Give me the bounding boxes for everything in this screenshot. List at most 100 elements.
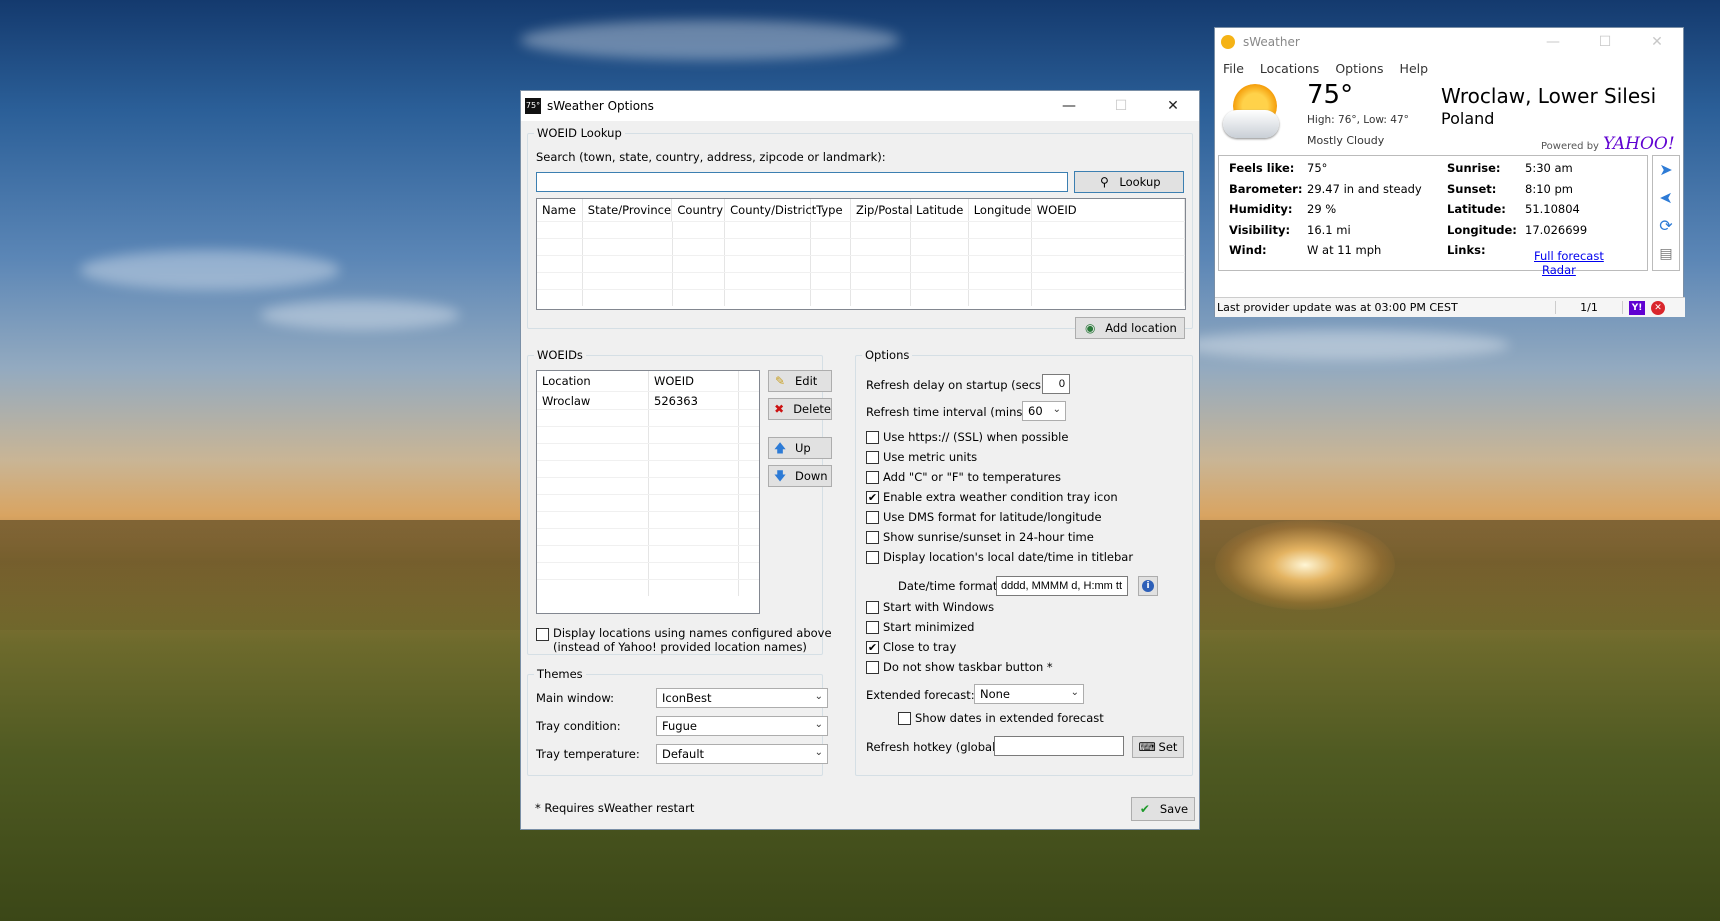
checkbox-box[interactable] bbox=[898, 711, 911, 725]
pencil-icon: ✎ bbox=[774, 374, 786, 388]
column-header[interactable]: Latitude bbox=[911, 199, 969, 221]
hotkey-input[interactable] bbox=[994, 736, 1124, 756]
extended-forecast-select[interactable]: None ⌄ bbox=[974, 684, 1084, 704]
column-header[interactable]: Zip/Postal bbox=[851, 199, 913, 221]
previous-arrow-icon[interactable]: ➤ bbox=[1653, 184, 1679, 212]
tray-temperature-select[interactable]: Default ⌄ bbox=[656, 744, 828, 764]
error-status-icon[interactable]: ✕ bbox=[1651, 300, 1665, 315]
menu-options[interactable]: Options bbox=[1327, 61, 1391, 76]
next-arrow-icon[interactable]: ➤ bbox=[1653, 156, 1679, 184]
full-forecast-link[interactable]: Full forecast bbox=[1534, 249, 1604, 263]
option-checkbox[interactable]: Show sunrise/sunset in 24-hour time bbox=[866, 530, 1094, 544]
checkbox-label: Use https:// (SSL) when possible bbox=[883, 430, 1069, 444]
location-name: Wroclaw, Lower Silesi bbox=[1441, 84, 1657, 108]
column-header[interactable]: Name bbox=[537, 199, 583, 221]
option-checkbox[interactable]: Use DMS format for latitude/longitude bbox=[866, 510, 1102, 524]
column-header[interactable]: Type bbox=[811, 199, 851, 221]
yahoo-status-icon[interactable]: Y! bbox=[1629, 300, 1645, 315]
table-header: Location WOEID bbox=[537, 371, 759, 391]
option-checkbox[interactable]: Display location's local date/time in ti… bbox=[866, 550, 1133, 564]
delete-button[interactable]: ✖ Delete bbox=[768, 398, 832, 420]
refresh-delay-input[interactable] bbox=[1042, 374, 1070, 394]
extended-forecast-label: Extended forecast: bbox=[866, 688, 975, 702]
main-window-select[interactable]: IconBest ⌄ bbox=[656, 688, 828, 708]
checkbox-box[interactable] bbox=[866, 660, 879, 674]
refresh-icon[interactable]: ⟳ bbox=[1653, 212, 1679, 240]
table-row bbox=[537, 426, 759, 443]
column-header[interactable]: WOEID bbox=[1032, 199, 1185, 221]
checkbox-label: Do not show taskbar button * bbox=[883, 660, 1053, 674]
column-header[interactable]: Country bbox=[672, 199, 726, 221]
add-location-label: Add location bbox=[1105, 321, 1177, 335]
detail-value: 75° bbox=[1307, 161, 1328, 175]
checkbox-box[interactable] bbox=[866, 530, 879, 544]
close-icon[interactable]: ✕ bbox=[1631, 28, 1683, 56]
maximize-icon[interactable]: ☐ bbox=[1579, 28, 1631, 56]
menu-file[interactable]: File bbox=[1215, 61, 1252, 76]
checkbox-box[interactable] bbox=[866, 430, 879, 444]
refresh-interval-select[interactable]: 60 ⌄ bbox=[1022, 401, 1066, 421]
woeids-table[interactable]: Location WOEID Wroclaw 526363 bbox=[536, 370, 760, 614]
checkbox-checked[interactable]: ✔ bbox=[866, 640, 879, 654]
group-legend: Themes bbox=[534, 667, 586, 681]
option-checkbox[interactable]: Use metric units bbox=[866, 450, 977, 464]
detail-label: Latitude: bbox=[1447, 202, 1506, 216]
weather-titlebar[interactable]: sWeather — ☐ ✕ bbox=[1215, 28, 1683, 56]
datetime-format-input[interactable] bbox=[996, 576, 1128, 596]
checkbox-box[interactable] bbox=[536, 628, 549, 641]
show-dates-checkbox[interactable]: Show dates in extended forecast bbox=[898, 711, 1104, 725]
edit-button[interactable]: ✎ Edit bbox=[768, 370, 832, 392]
column-header[interactable]: State/Province bbox=[583, 199, 673, 221]
table-row[interactable]: Wroclaw 526363 bbox=[537, 391, 759, 409]
display-names-checkbox[interactable]: Display locations using names configured… bbox=[536, 626, 832, 654]
option-checkbox[interactable]: ✔ Close to tray bbox=[866, 640, 956, 654]
checkbox-checked[interactable]: ✔ bbox=[866, 490, 879, 504]
minimize-icon[interactable]: — bbox=[1043, 91, 1095, 121]
menu-locations[interactable]: Locations bbox=[1252, 61, 1327, 76]
checkbox-box[interactable] bbox=[866, 470, 879, 484]
tray-condition-select[interactable]: Fugue ⌄ bbox=[656, 716, 828, 736]
column-header[interactable]: Location bbox=[537, 371, 649, 391]
save-button[interactable]: ✔ Save bbox=[1131, 797, 1195, 821]
weather-window: sWeather — ☐ ✕ File Locations Options He… bbox=[1214, 27, 1685, 317]
details-panel: Feels like: 75° Barometer: 29.47 in and ste… bbox=[1218, 155, 1648, 277]
minimize-icon[interactable]: — bbox=[1527, 28, 1579, 56]
lookup-button[interactable]: ⚲ Lookup bbox=[1074, 171, 1184, 193]
column-header[interactable]: County/District bbox=[725, 199, 816, 221]
checkbox-box[interactable] bbox=[866, 550, 879, 564]
table-row bbox=[537, 562, 759, 579]
datetime-info-button[interactable]: i bbox=[1138, 576, 1158, 596]
menu-help[interactable]: Help bbox=[1392, 61, 1437, 76]
option-checkbox[interactable]: Start with Windows bbox=[866, 600, 994, 614]
options-titlebar[interactable]: 75° sWeather Options — ☐ ✕ bbox=[521, 91, 1199, 121]
option-checkbox[interactable]: Use https:// (SSL) when possible bbox=[866, 430, 1068, 444]
close-icon[interactable]: ✕ bbox=[1147, 91, 1199, 121]
maximize-icon[interactable]: ☐ bbox=[1095, 91, 1147, 121]
checkbox-box[interactable] bbox=[866, 620, 879, 634]
column-header[interactable]: Longitude bbox=[969, 199, 1032, 221]
calendar-icon[interactable]: ▤ bbox=[1653, 240, 1679, 268]
checkbox-box[interactable] bbox=[866, 510, 879, 524]
search-input[interactable] bbox=[536, 172, 1068, 192]
lookup-results-table[interactable]: Name State/Province Country County/Distr… bbox=[536, 198, 1186, 310]
cell-woeid: 526363 bbox=[649, 392, 739, 409]
column-header[interactable]: WOEID bbox=[649, 371, 739, 391]
checkbox-label: Show dates in extended forecast bbox=[915, 711, 1104, 725]
checkbox-label: Close to tray bbox=[883, 640, 957, 654]
up-button[interactable]: 🡅 Up bbox=[768, 437, 832, 459]
radar-link[interactable]: Radar bbox=[1542, 263, 1576, 277]
search-label: Search (town, state, country, address, z… bbox=[536, 150, 886, 164]
option-checkbox[interactable]: Start minimized bbox=[866, 620, 974, 634]
down-button[interactable]: 🡇 Down bbox=[768, 465, 832, 487]
table-header: Name State/Province Country County/Distr… bbox=[537, 199, 1185, 221]
chevron-down-icon: ⌄ bbox=[814, 747, 823, 758]
option-checkbox[interactable]: ✔ Enable extra weather condition tray ico… bbox=[866, 490, 1118, 504]
delete-x-icon: ✖ bbox=[774, 402, 785, 416]
checkbox-box[interactable] bbox=[866, 600, 879, 614]
option-checkbox[interactable]: Add "C" or "F" to temperatures bbox=[866, 470, 1061, 484]
set-hotkey-button[interactable]: ⌨ Set bbox=[1132, 736, 1184, 758]
checkbox-box[interactable] bbox=[866, 450, 879, 464]
yahoo-logo[interactable]: Powered by YAHOO! bbox=[1541, 134, 1675, 154]
add-location-button[interactable]: ◉ Add location bbox=[1075, 317, 1185, 339]
option-checkbox[interactable]: Do not show taskbar button * bbox=[866, 660, 1053, 674]
